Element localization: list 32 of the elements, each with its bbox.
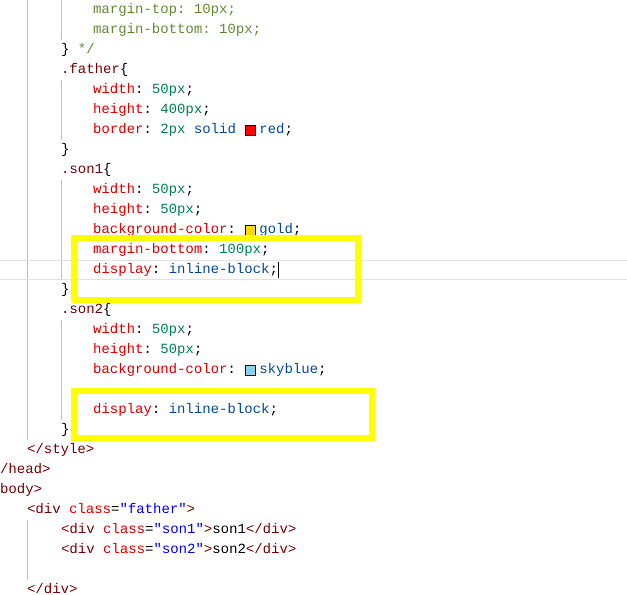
code-line: </div> (27, 581, 78, 595)
code-line: skyblue; (259, 361, 326, 380)
code-line: } (61, 421, 70, 440)
code-line: .son2{ (61, 301, 112, 320)
code-line: background-color: (93, 221, 237, 240)
code-line: red; (259, 121, 293, 140)
code-line: background-color: (93, 361, 237, 380)
code-line: </style> (27, 441, 94, 460)
code-line: margin-bottom: 100px; (93, 241, 270, 260)
code-line: } (61, 281, 70, 300)
code-line: height: 400px; (93, 101, 211, 120)
text-cursor (278, 262, 279, 278)
code-line: .father{ (61, 61, 128, 80)
code-line: margin-top: 10px; (93, 1, 236, 20)
code-line: width: 50px; (93, 81, 194, 100)
code-line: gold; (259, 221, 302, 240)
code-line: margin-bottom: 10px; (93, 21, 262, 40)
code-line: width: 50px; (93, 181, 194, 200)
code-line: <div class="son2">son2</div> (61, 541, 296, 560)
code-line: width: 50px; (93, 321, 194, 340)
code-line: body> (0, 481, 42, 500)
code-line: <div class="son1">son1</div> (61, 521, 296, 540)
code-line: display: inline-block; (93, 261, 278, 280)
code-line: } */ (61, 41, 95, 60)
code-line: border: 2px solid (93, 121, 237, 140)
code-line: /head> (0, 461, 50, 480)
code-line: <div class="father"> (27, 501, 196, 520)
code-line: } (61, 141, 70, 160)
code-line: display: inline-block; (93, 401, 278, 420)
code-line: height: 50px; (93, 201, 202, 220)
code-line: height: 50px; (93, 341, 202, 360)
code-line: .son1{ (61, 161, 112, 180)
